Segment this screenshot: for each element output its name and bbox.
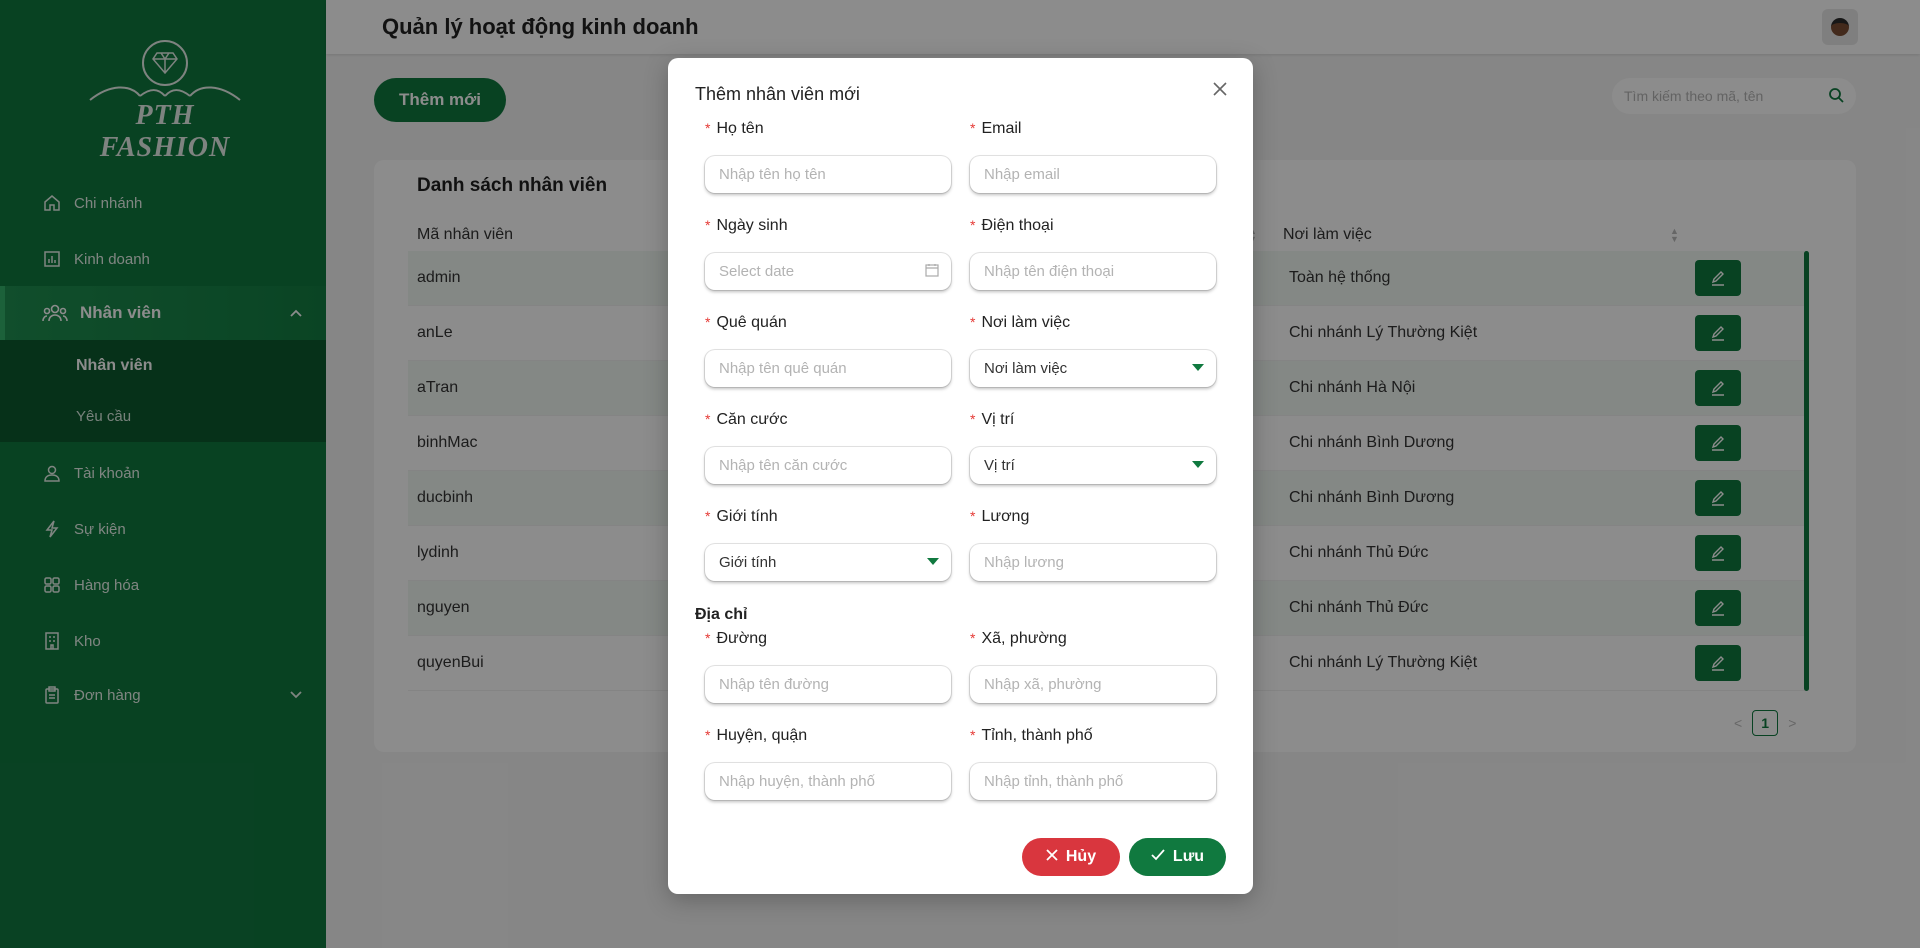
dob-placeholder: Select date xyxy=(719,263,795,280)
gender-field: * Giới tính Giới tính xyxy=(705,508,951,581)
district-label: Huyện, quận xyxy=(716,727,808,744)
email-field: * Email Nhập email xyxy=(970,120,1216,193)
position-field: * Vị trí Vị trí xyxy=(970,411,1216,484)
required-mark: * xyxy=(970,508,976,524)
required-mark: * xyxy=(705,120,711,136)
hometown-field: * Quê quán Nhập tên quê quán xyxy=(705,314,951,387)
email-label: Email xyxy=(981,120,1022,137)
street-input[interactable]: Nhập tên đường xyxy=(705,666,951,703)
required-mark: * xyxy=(705,508,711,524)
district-field: * Huyện, quận Nhập huyện, thành phố xyxy=(705,727,951,800)
hometown-label: Quê quán xyxy=(716,314,787,331)
salary-field: * Lương Nhập lương xyxy=(970,508,1216,581)
ward-field: * Xã, phường Nhập xã, phường xyxy=(970,630,1216,703)
position-label: Vị trí xyxy=(981,411,1015,428)
id-card-field: * Căn cước Nhập tên căn cước xyxy=(705,411,951,484)
check-icon xyxy=(1151,848,1165,866)
cancel-button[interactable]: Hủy xyxy=(1022,838,1120,876)
dob-label: Ngày sinh xyxy=(716,217,788,234)
id-card-label: Căn cước xyxy=(716,411,788,428)
workplace-select[interactable]: Nơi làm việc xyxy=(970,350,1216,387)
address-section-title: Địa chỉ xyxy=(695,606,748,623)
gender-select[interactable]: Giới tính xyxy=(705,544,951,581)
required-mark: * xyxy=(970,411,976,427)
hometown-input[interactable]: Nhập tên quê quán xyxy=(705,350,951,387)
close-icon[interactable] xyxy=(1209,78,1231,100)
street-field: * Đường Nhập tên đường xyxy=(705,630,951,703)
workplace-label: Nơi làm việc xyxy=(981,314,1071,331)
workplace-field: * Nơi làm việc Nơi làm việc xyxy=(970,314,1216,387)
phone-label: Điện thoại xyxy=(981,217,1054,234)
name-label: Họ tên xyxy=(716,120,764,137)
required-mark: * xyxy=(705,727,711,743)
dob-field: * Ngày sinh Select date xyxy=(705,217,951,290)
name-input[interactable]: Nhập tên họ tên xyxy=(705,156,951,193)
position-select[interactable]: Vị trí xyxy=(970,447,1216,484)
required-mark: * xyxy=(970,217,976,233)
save-label: Lưu xyxy=(1172,848,1205,865)
district-input[interactable]: Nhập huyện, thành phố xyxy=(705,763,951,800)
close-icon xyxy=(1046,848,1058,866)
province-label: Tỉnh, thành phố xyxy=(981,727,1093,744)
workplace-value: Nơi làm việc xyxy=(984,360,1068,377)
cancel-label: Hủy xyxy=(1065,848,1097,865)
caret-down-icon xyxy=(1192,364,1204,371)
salary-label: Lương xyxy=(981,508,1030,525)
modal-title: Thêm nhân viên mới xyxy=(695,84,860,104)
email-input[interactable]: Nhập email xyxy=(970,156,1216,193)
phone-field: * Điện thoại Nhập tên điện thoại xyxy=(970,217,1216,290)
ward-input[interactable]: Nhập xã, phường xyxy=(970,666,1216,703)
required-mark: * xyxy=(705,314,711,330)
position-value: Vị trí xyxy=(984,457,1015,474)
required-mark: * xyxy=(705,411,711,427)
salary-input[interactable]: Nhập lương xyxy=(970,544,1216,581)
province-input[interactable]: Nhập tỉnh, thành phố xyxy=(970,763,1216,800)
required-mark: * xyxy=(970,314,976,330)
save-button[interactable]: Lưu xyxy=(1129,838,1226,876)
required-mark: * xyxy=(705,217,711,233)
ward-label: Xã, phường xyxy=(981,630,1067,647)
required-mark: * xyxy=(970,630,976,646)
caret-down-icon xyxy=(1192,461,1204,468)
name-field: * Họ tên Nhập tên họ tên xyxy=(705,120,951,193)
required-mark: * xyxy=(970,120,976,136)
id-card-input[interactable]: Nhập tên căn cước xyxy=(705,447,951,484)
dob-datepicker[interactable]: Select date xyxy=(705,253,951,290)
required-mark: * xyxy=(705,630,711,646)
gender-label: Giới tính xyxy=(716,508,778,525)
gender-value: Giới tính xyxy=(719,554,777,571)
required-mark: * xyxy=(970,727,976,743)
calendar-icon[interactable] xyxy=(925,263,939,281)
add-employee-modal: Thêm nhân viên mới * Họ tên Nhập tên họ t… xyxy=(668,58,1253,894)
province-field: * Tỉnh, thành phố Nhập tỉnh, thành phố xyxy=(970,727,1216,800)
phone-input[interactable]: Nhập tên điện thoại xyxy=(970,253,1216,290)
caret-down-icon xyxy=(927,558,939,565)
street-label: Đường xyxy=(716,630,768,647)
